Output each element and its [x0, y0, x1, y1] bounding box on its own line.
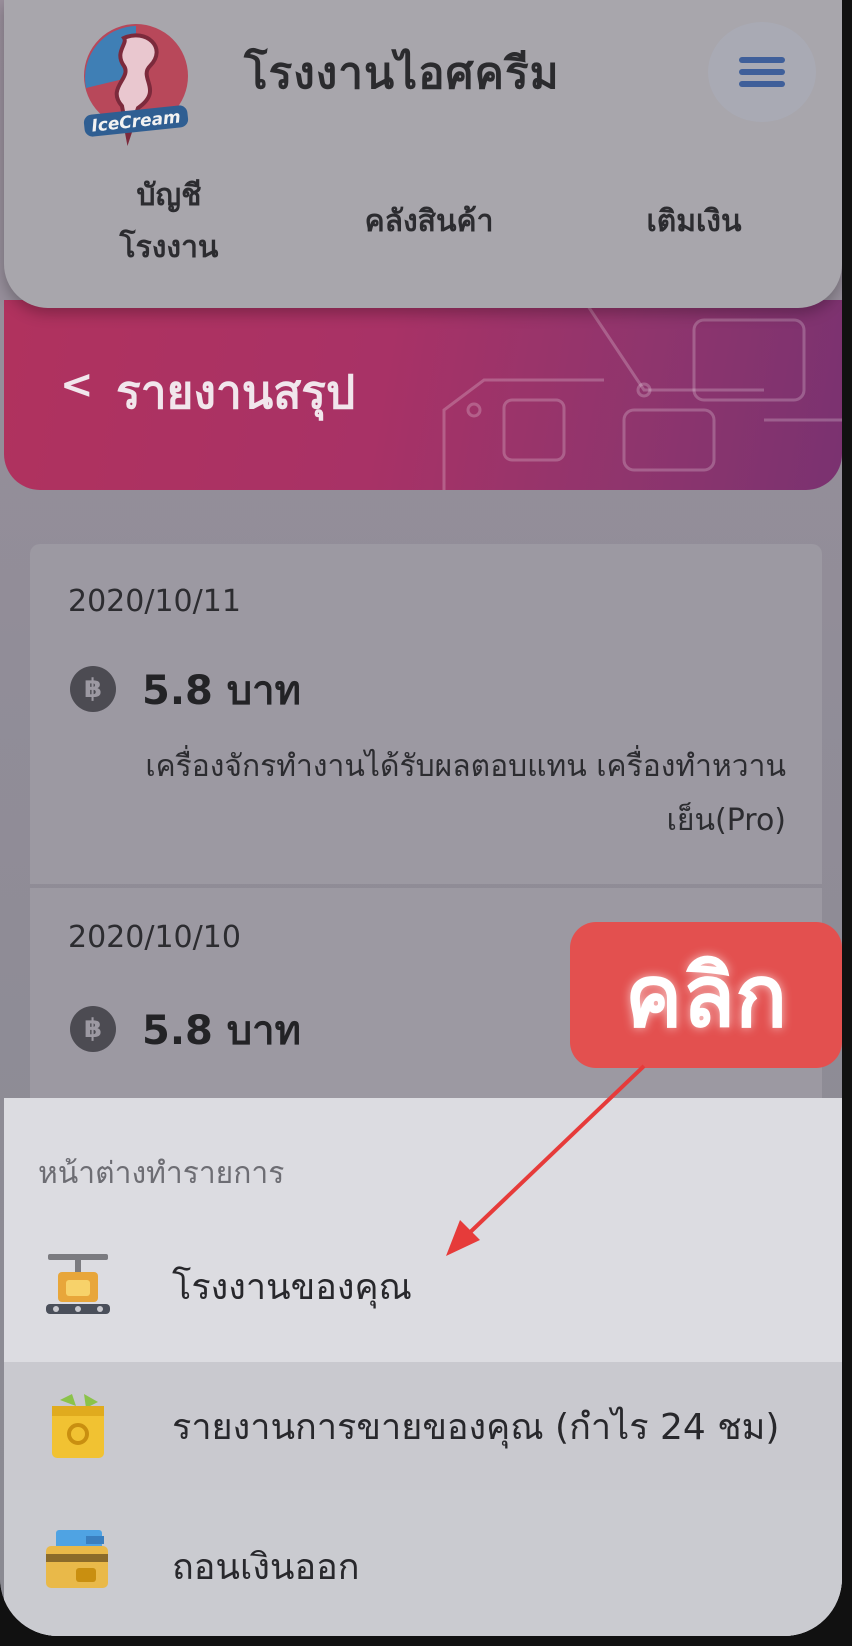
nav-factory-account-line2: โรงงาน	[119, 230, 219, 265]
click-callout: คลิก	[570, 922, 842, 1068]
record-description-line1: เครื่องจักรทำงานได้รับผลตอบแทน เครื่องทำ…	[145, 749, 786, 784]
hamburger-icon	[739, 51, 785, 93]
page-title: รายงานสรุป	[116, 365, 356, 419]
coin-icon: ฿	[70, 666, 116, 712]
hamburger-menu-button[interactable]	[708, 22, 816, 122]
phone-screen: IceCream โรงงานไอศครีม บัญชี โรงงาน คลัง…	[0, 0, 842, 1636]
app-header: IceCream โรงงานไอศครีม บัญชี โรงงาน คลัง…	[4, 0, 842, 308]
record-date: 2020/10/10	[68, 920, 241, 955]
menu-item-sales-report[interactable]: รายงานการขายของคุณ (กำไร 24 ชม)	[4, 1362, 842, 1490]
shopping-bag-icon	[52, 1394, 104, 1458]
back-chevron-icon[interactable]: <	[60, 362, 94, 408]
record-amount: 5.8 บาท	[142, 668, 302, 714]
record-description-line2: เย็น(Pro)	[666, 803, 786, 838]
nav-factory-account[interactable]: บัญชี โรงงาน	[94, 170, 244, 274]
app-title: โรงงานไอศครีม	[244, 48, 560, 99]
icecream-logo-icon[interactable]: IceCream	[76, 18, 196, 148]
menu-item-label: รายงานการขายของคุณ (กำไร 24 ชม)	[172, 1407, 780, 1448]
factory-machine-icon	[46, 1254, 110, 1314]
record-date: 2020/10/11	[68, 584, 241, 619]
action-sheet: หน้าต่างทำรายการ โรงงานของคุณ รายงานการข…	[4, 1098, 842, 1636]
nav-warehouse[interactable]: คลังสินค้า	[344, 196, 514, 248]
menu-item-label: ถอนเงินออก	[172, 1547, 360, 1588]
action-sheet-title: หน้าต่างทำรายการ	[38, 1156, 285, 1191]
record-description: เครื่องจักรทำงานได้รับผลตอบแทน เครื่องทำ…	[86, 740, 786, 848]
menu-item-your-factory[interactable]: โรงงานของคุณ	[4, 1222, 842, 1350]
wallet-cash-icon	[46, 1530, 108, 1588]
coin-icon: ฿	[70, 1006, 116, 1052]
summary-banner: < รายงานสรุป	[4, 300, 842, 490]
nav-top-up[interactable]: เติมเงิน	[624, 196, 764, 248]
nav-factory-account-line1: บัญชี	[136, 178, 202, 213]
click-callout-text: คลิก	[624, 946, 788, 1047]
menu-item-label: โรงงานของคุณ	[172, 1267, 412, 1308]
record-amount: 5.8 บาท	[142, 1008, 302, 1054]
record-card: 2020/10/11 ฿ 5.8 บาท เครื่องจักรทำงานได้…	[30, 544, 822, 884]
menu-item-withdraw[interactable]: ถอนเงินออก	[4, 1490, 842, 1636]
